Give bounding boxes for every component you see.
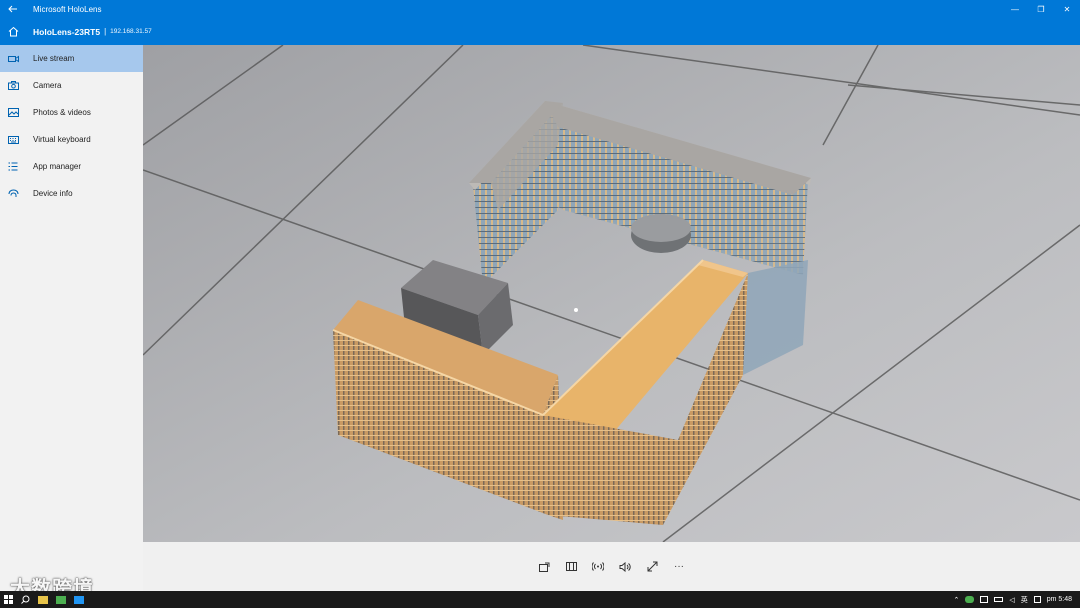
windows-start-icon[interactable]: [4, 595, 13, 604]
wechat-icon[interactable]: [965, 596, 975, 603]
fullscreen-button[interactable]: [643, 558, 661, 576]
clock[interactable]: pm 5:48: [1047, 596, 1072, 603]
sidebar-item-app-manager[interactable]: App manager: [0, 153, 143, 180]
broadcast-button[interactable]: [589, 558, 607, 576]
taskbar-app-icon[interactable]: [38, 595, 48, 604]
sidebar-item-label: Virtual keyboard: [33, 135, 91, 144]
broadcast-icon: [592, 562, 604, 571]
volume-button[interactable]: [616, 558, 634, 576]
input-language[interactable]: 英: [1021, 595, 1028, 605]
more-icon: ···: [674, 561, 684, 572]
sidebar-item-label: Live stream: [33, 54, 75, 63]
share-icon: [538, 562, 549, 572]
close-button[interactable]: ✕: [1054, 0, 1080, 18]
battery-icon[interactable]: [994, 597, 1004, 602]
sidebar: Live stream Camera Photos & videos Virtu…: [0, 45, 143, 542]
notification-icon[interactable]: [1033, 596, 1041, 603]
header-separator: |: [104, 27, 107, 36]
list-icon: [0, 162, 26, 171]
network-icon[interactable]: [980, 596, 989, 603]
volume-icon: [619, 561, 631, 572]
sidebar-item-label: App manager: [33, 162, 82, 171]
split-view-button[interactable]: [562, 558, 580, 576]
sidebar-item-photos-videos[interactable]: Photos & videos: [0, 99, 143, 126]
sidebar-item-live-stream[interactable]: Live stream: [0, 45, 143, 72]
home-icon: [8, 26, 18, 37]
taskbar-app-icon[interactable]: [74, 595, 84, 604]
chevron-up-icon[interactable]: ⌃: [953, 596, 959, 604]
camera-icon: [0, 81, 26, 90]
restore-button[interactable]: ❐: [1028, 0, 1054, 18]
info-icon: [0, 189, 26, 198]
taskbar: ⌃ ◁ 英 pm 5:48: [0, 591, 1080, 608]
sidebar-item-virtual-keyboard[interactable]: Virtual keyboard: [0, 126, 143, 153]
sidebar-item-label: Camera: [33, 81, 62, 90]
live-stream-view[interactable]: [143, 45, 1080, 542]
sidebar-item-label: Photos & videos: [33, 108, 91, 117]
device-name: HoloLens-23RT5: [33, 26, 101, 37]
sidebar-item-label: Device info: [33, 189, 73, 198]
volume-tray-icon[interactable]: ◁: [1009, 596, 1014, 604]
device-header: HoloLens-23RT5 | 192.168.31.57: [0, 18, 1080, 45]
split-view-icon: [565, 562, 577, 571]
share-button[interactable]: [535, 558, 553, 576]
photos-icon: [0, 108, 26, 117]
window-controls: — ❐ ✕: [1002, 0, 1080, 18]
back-arrow-icon: [8, 5, 17, 13]
video-icon: [0, 55, 26, 63]
app-title: Microsoft HoloLens: [33, 4, 102, 14]
fullscreen-icon: [647, 561, 657, 572]
back-button[interactable]: [0, 0, 26, 18]
taskbar-app-icon[interactable]: [56, 595, 66, 604]
title-bar: Microsoft HoloLens — ❐ ✕: [0, 0, 1080, 18]
more-button[interactable]: ···: [670, 558, 688, 576]
keyboard-icon: [0, 135, 26, 144]
home-button[interactable]: [0, 18, 26, 45]
minimize-button[interactable]: —: [1002, 0, 1028, 18]
device-ip: 192.168.31.57: [110, 28, 152, 35]
search-icon[interactable]: [21, 595, 30, 604]
stream-toolbar: ···: [143, 542, 1080, 591]
hologram-building-scene: [143, 45, 1080, 542]
sidebar-item-device-info[interactable]: Device info: [0, 180, 143, 207]
sidebar-item-camera[interactable]: Camera: [0, 72, 143, 99]
gaze-cursor: [574, 308, 578, 312]
